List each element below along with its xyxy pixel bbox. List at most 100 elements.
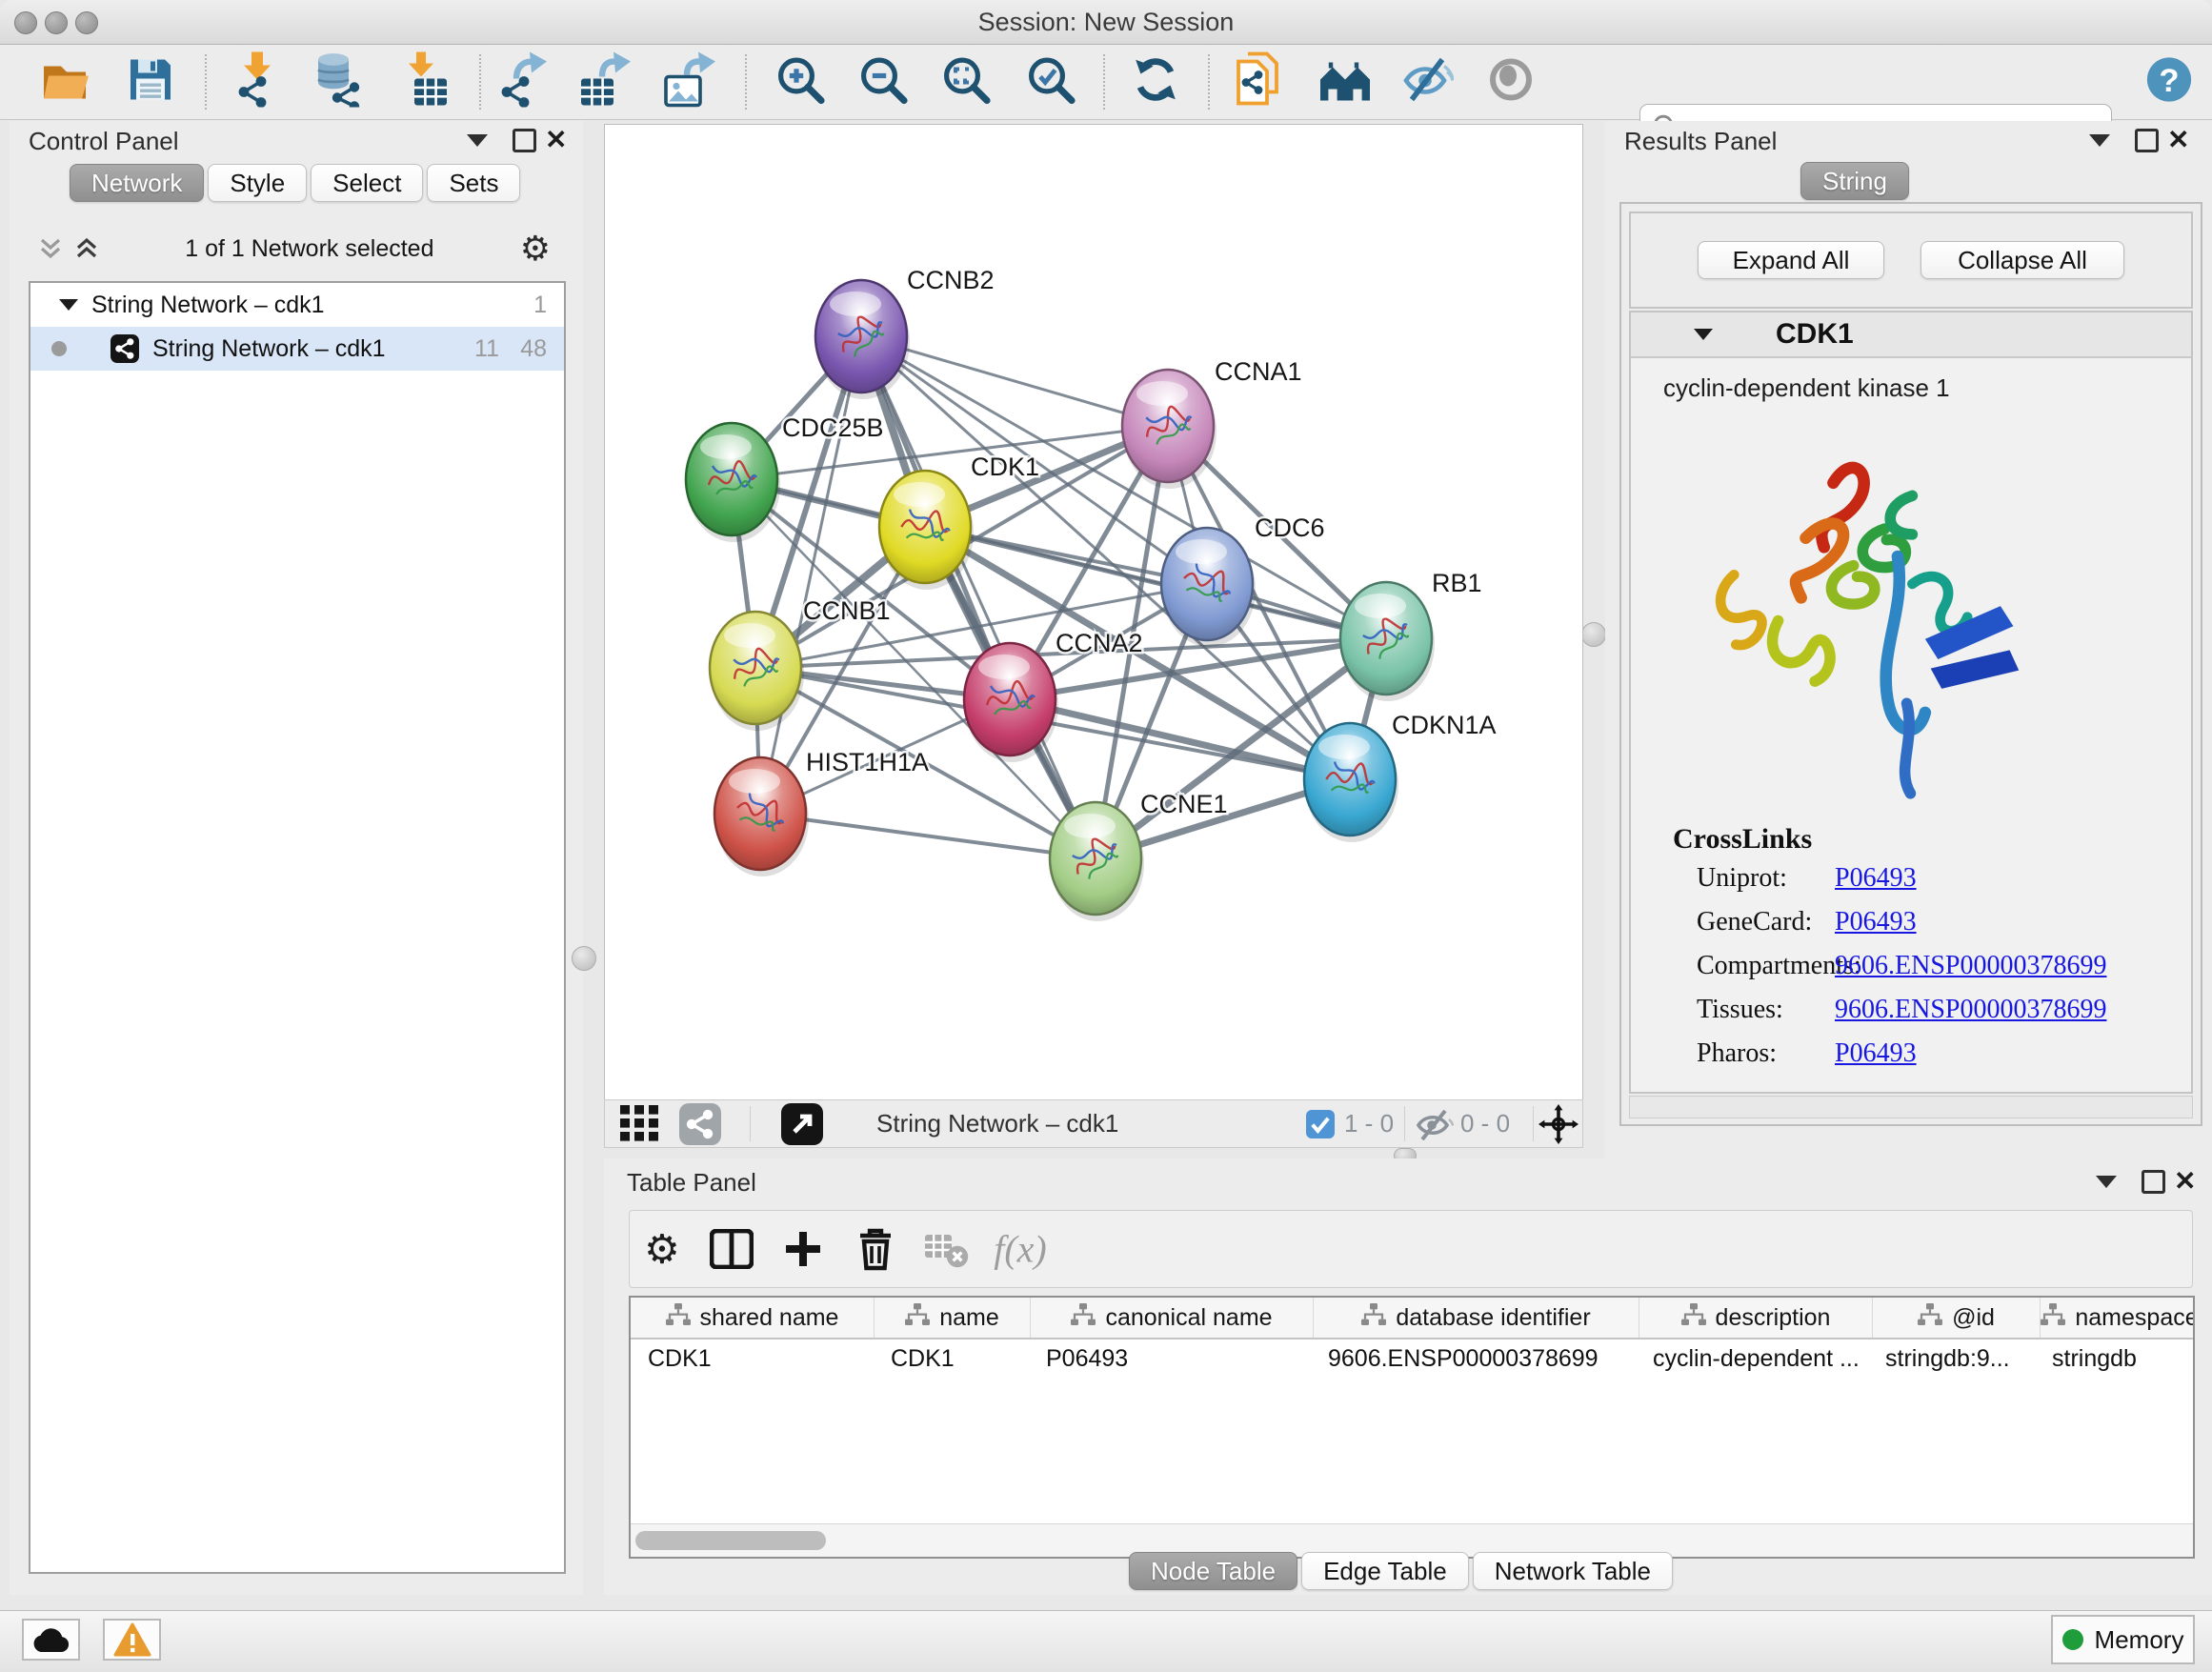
float-panel-icon[interactable] — [2142, 1170, 2165, 1194]
toolbar-separator — [745, 54, 747, 110]
launch-view-icon[interactable] — [781, 1103, 823, 1145]
collapse-all-button[interactable]: Collapse All — [1920, 241, 2124, 279]
column-header-description[interactable]: description — [1639, 1298, 1873, 1338]
import-table-button[interactable] — [399, 52, 451, 112]
entry-collapse-caret-icon[interactable] — [1694, 329, 1713, 340]
zoom-in-icon — [775, 55, 825, 105]
add-column-icon[interactable] — [782, 1228, 824, 1270]
table-row[interactable]: CDK1CDK1P064939606.ENSP00000378699cyclin… — [631, 1340, 2193, 1378]
memory-button[interactable]: Memory — [2051, 1615, 2195, 1664]
string-import-button[interactable] — [1235, 52, 1286, 112]
expand-all-button[interactable]: Expand All — [1698, 241, 1884, 279]
network-view-title: String Network – cdk1 — [876, 1109, 1118, 1138]
crosslink-link[interactable]: P06493 — [1835, 863, 1917, 894]
inactive-eye-button[interactable] — [1487, 56, 1535, 109]
tab-network-table[interactable]: Network Table — [1473, 1552, 1673, 1590]
zoom-in-button[interactable] — [775, 55, 825, 110]
zoom-out-button[interactable] — [858, 55, 908, 110]
tab-select[interactable]: Select — [311, 164, 423, 202]
column-header-namespace[interactable]: namespace — [2041, 1298, 2195, 1338]
network-edge[interactable] — [925, 527, 1386, 638]
warnings-button[interactable] — [103, 1619, 161, 1661]
crosslink-link[interactable]: 9606.ENSP00000378699 — [1835, 951, 2106, 981]
float-panel-icon[interactable] — [513, 129, 536, 152]
tab-string[interactable]: String — [1800, 162, 1909, 200]
network-edge[interactable] — [861, 336, 1096, 858]
open-folder-icon — [40, 55, 93, 105]
toolbar-separator — [1103, 54, 1105, 110]
gene-entry-header[interactable]: CDK1 — [1631, 312, 2191, 358]
results-scrollbar-track[interactable] — [1629, 1096, 2193, 1118]
toolbar-separator — [479, 54, 481, 110]
panel-menu-caret-icon[interactable] — [2096, 1176, 2117, 1188]
view-grid-icon[interactable] — [620, 1105, 662, 1143]
zoom-fit-button[interactable] — [941, 55, 991, 110]
close-panel-icon[interactable]: ✕ — [2167, 127, 2189, 153]
tab-sets[interactable]: Sets — [427, 164, 520, 202]
network-edge[interactable] — [760, 814, 1096, 858]
export-image-button[interactable] — [664, 52, 715, 112]
help-button[interactable]: ? — [2145, 56, 2193, 109]
export-table-button[interactable] — [579, 52, 631, 112]
results-panel-title: Results Panel — [1624, 127, 1777, 156]
collection-expand-caret-icon[interactable] — [59, 299, 78, 311]
table-hscrollbar-thumb[interactable] — [635, 1531, 826, 1550]
network-view-footer: String Network – cdk1 1 - 0 0 - 0 — [604, 1099, 1583, 1148]
footer-separator — [1533, 1106, 1534, 1141]
table-cell: stringdb:9... — [1868, 1340, 2035, 1378]
import-network-from-database-button[interactable] — [312, 52, 364, 112]
network-collection-row[interactable]: String Network – cdk1 1 — [30, 283, 564, 327]
network-node-cdc6[interactable]: CDC6 — [1161, 514, 1325, 647]
export-network-button[interactable] — [497, 52, 549, 112]
crosslink-link[interactable]: 9606.ENSP00000378699 — [1835, 995, 2106, 1025]
zoom-selected-button[interactable] — [1026, 55, 1076, 110]
tab-network[interactable]: Network — [70, 164, 204, 202]
table-options-gear-icon[interactable]: ⚙ — [644, 1226, 680, 1273]
network-node-cdkn1a[interactable]: CDKN1A — [1304, 711, 1497, 842]
crosslink-row: Tissues:9606.ENSP00000378699 — [1631, 995, 2191, 1038]
show-columns-icon[interactable] — [710, 1229, 754, 1269]
network-options-gear-icon[interactable]: ⚙ — [520, 229, 551, 269]
crosslink-link[interactable]: P06493 — [1835, 907, 1917, 937]
network-node-rb1[interactable]: RB1 — [1340, 569, 1482, 701]
network-edge[interactable] — [760, 336, 861, 814]
network-row[interactable]: String Network – cdk1 11 48 — [30, 327, 564, 371]
close-panel-icon[interactable]: ✕ — [545, 127, 567, 153]
column-header-shared-name[interactable]: shared name — [631, 1298, 875, 1338]
panel-menu-caret-icon[interactable] — [467, 134, 488, 147]
node-count: 11 — [474, 335, 499, 363]
import-network-button[interactable] — [232, 52, 284, 112]
show-hide-graphics-button[interactable] — [1402, 56, 1454, 109]
home-button[interactable] — [1318, 55, 1372, 110]
cloud-button[interactable] — [22, 1619, 80, 1661]
hidden-eye-slash-icon[interactable] — [1416, 1109, 1454, 1141]
column-header-database-identifier[interactable]: database identifier — [1314, 1298, 1639, 1338]
network-node-ccne1[interactable]: CCNE1 — [1050, 790, 1228, 921]
selected-checkbox-icon[interactable] — [1306, 1110, 1335, 1138]
close-panel-icon[interactable]: ✕ — [2174, 1168, 2196, 1195]
left-splitter-handle[interactable] — [572, 946, 596, 971]
network-node-hist1h1a[interactable]: HIST1H1A — [714, 748, 929, 876]
open-session-button[interactable] — [40, 55, 93, 110]
panel-menu-caret-icon[interactable] — [2089, 134, 2110, 147]
delete-column-trash-icon[interactable] — [856, 1227, 895, 1271]
save-session-button[interactable] — [127, 56, 174, 109]
tab-node-table[interactable]: Node Table — [1129, 1552, 1297, 1590]
table-cell: CDK1 — [874, 1340, 1029, 1378]
network-node-ccnb2[interactable]: CCNB2 — [815, 266, 995, 399]
column-header--id[interactable]: @id — [1873, 1298, 2041, 1338]
column-header-canonical-name[interactable]: canonical name — [1031, 1298, 1314, 1338]
tab-edge-table[interactable]: Edge Table — [1301, 1552, 1469, 1590]
refresh-button[interactable] — [1131, 55, 1180, 110]
collection-label: String Network – cdk1 — [91, 292, 325, 319]
right-splitter-handle[interactable] — [1581, 622, 1606, 647]
network-canvas[interactable]: CCNB2CCNA1CDC25BCDK1CDC6RB1CCNB1CCNA2CDK… — [604, 124, 1583, 1101]
tab-style[interactable]: Style — [208, 164, 307, 202]
birds-eye-share-icon[interactable] — [679, 1103, 721, 1145]
expand-all-chevron-icon[interactable] — [74, 237, 99, 260]
column-header-name[interactable]: name — [875, 1298, 1031, 1338]
float-panel-icon[interactable] — [2135, 129, 2159, 152]
fit-content-crosshair-icon[interactable] — [1538, 1104, 1579, 1144]
collapse-all-chevron-icon[interactable] — [38, 237, 63, 260]
crosslink-link[interactable]: P06493 — [1835, 1038, 1917, 1069]
